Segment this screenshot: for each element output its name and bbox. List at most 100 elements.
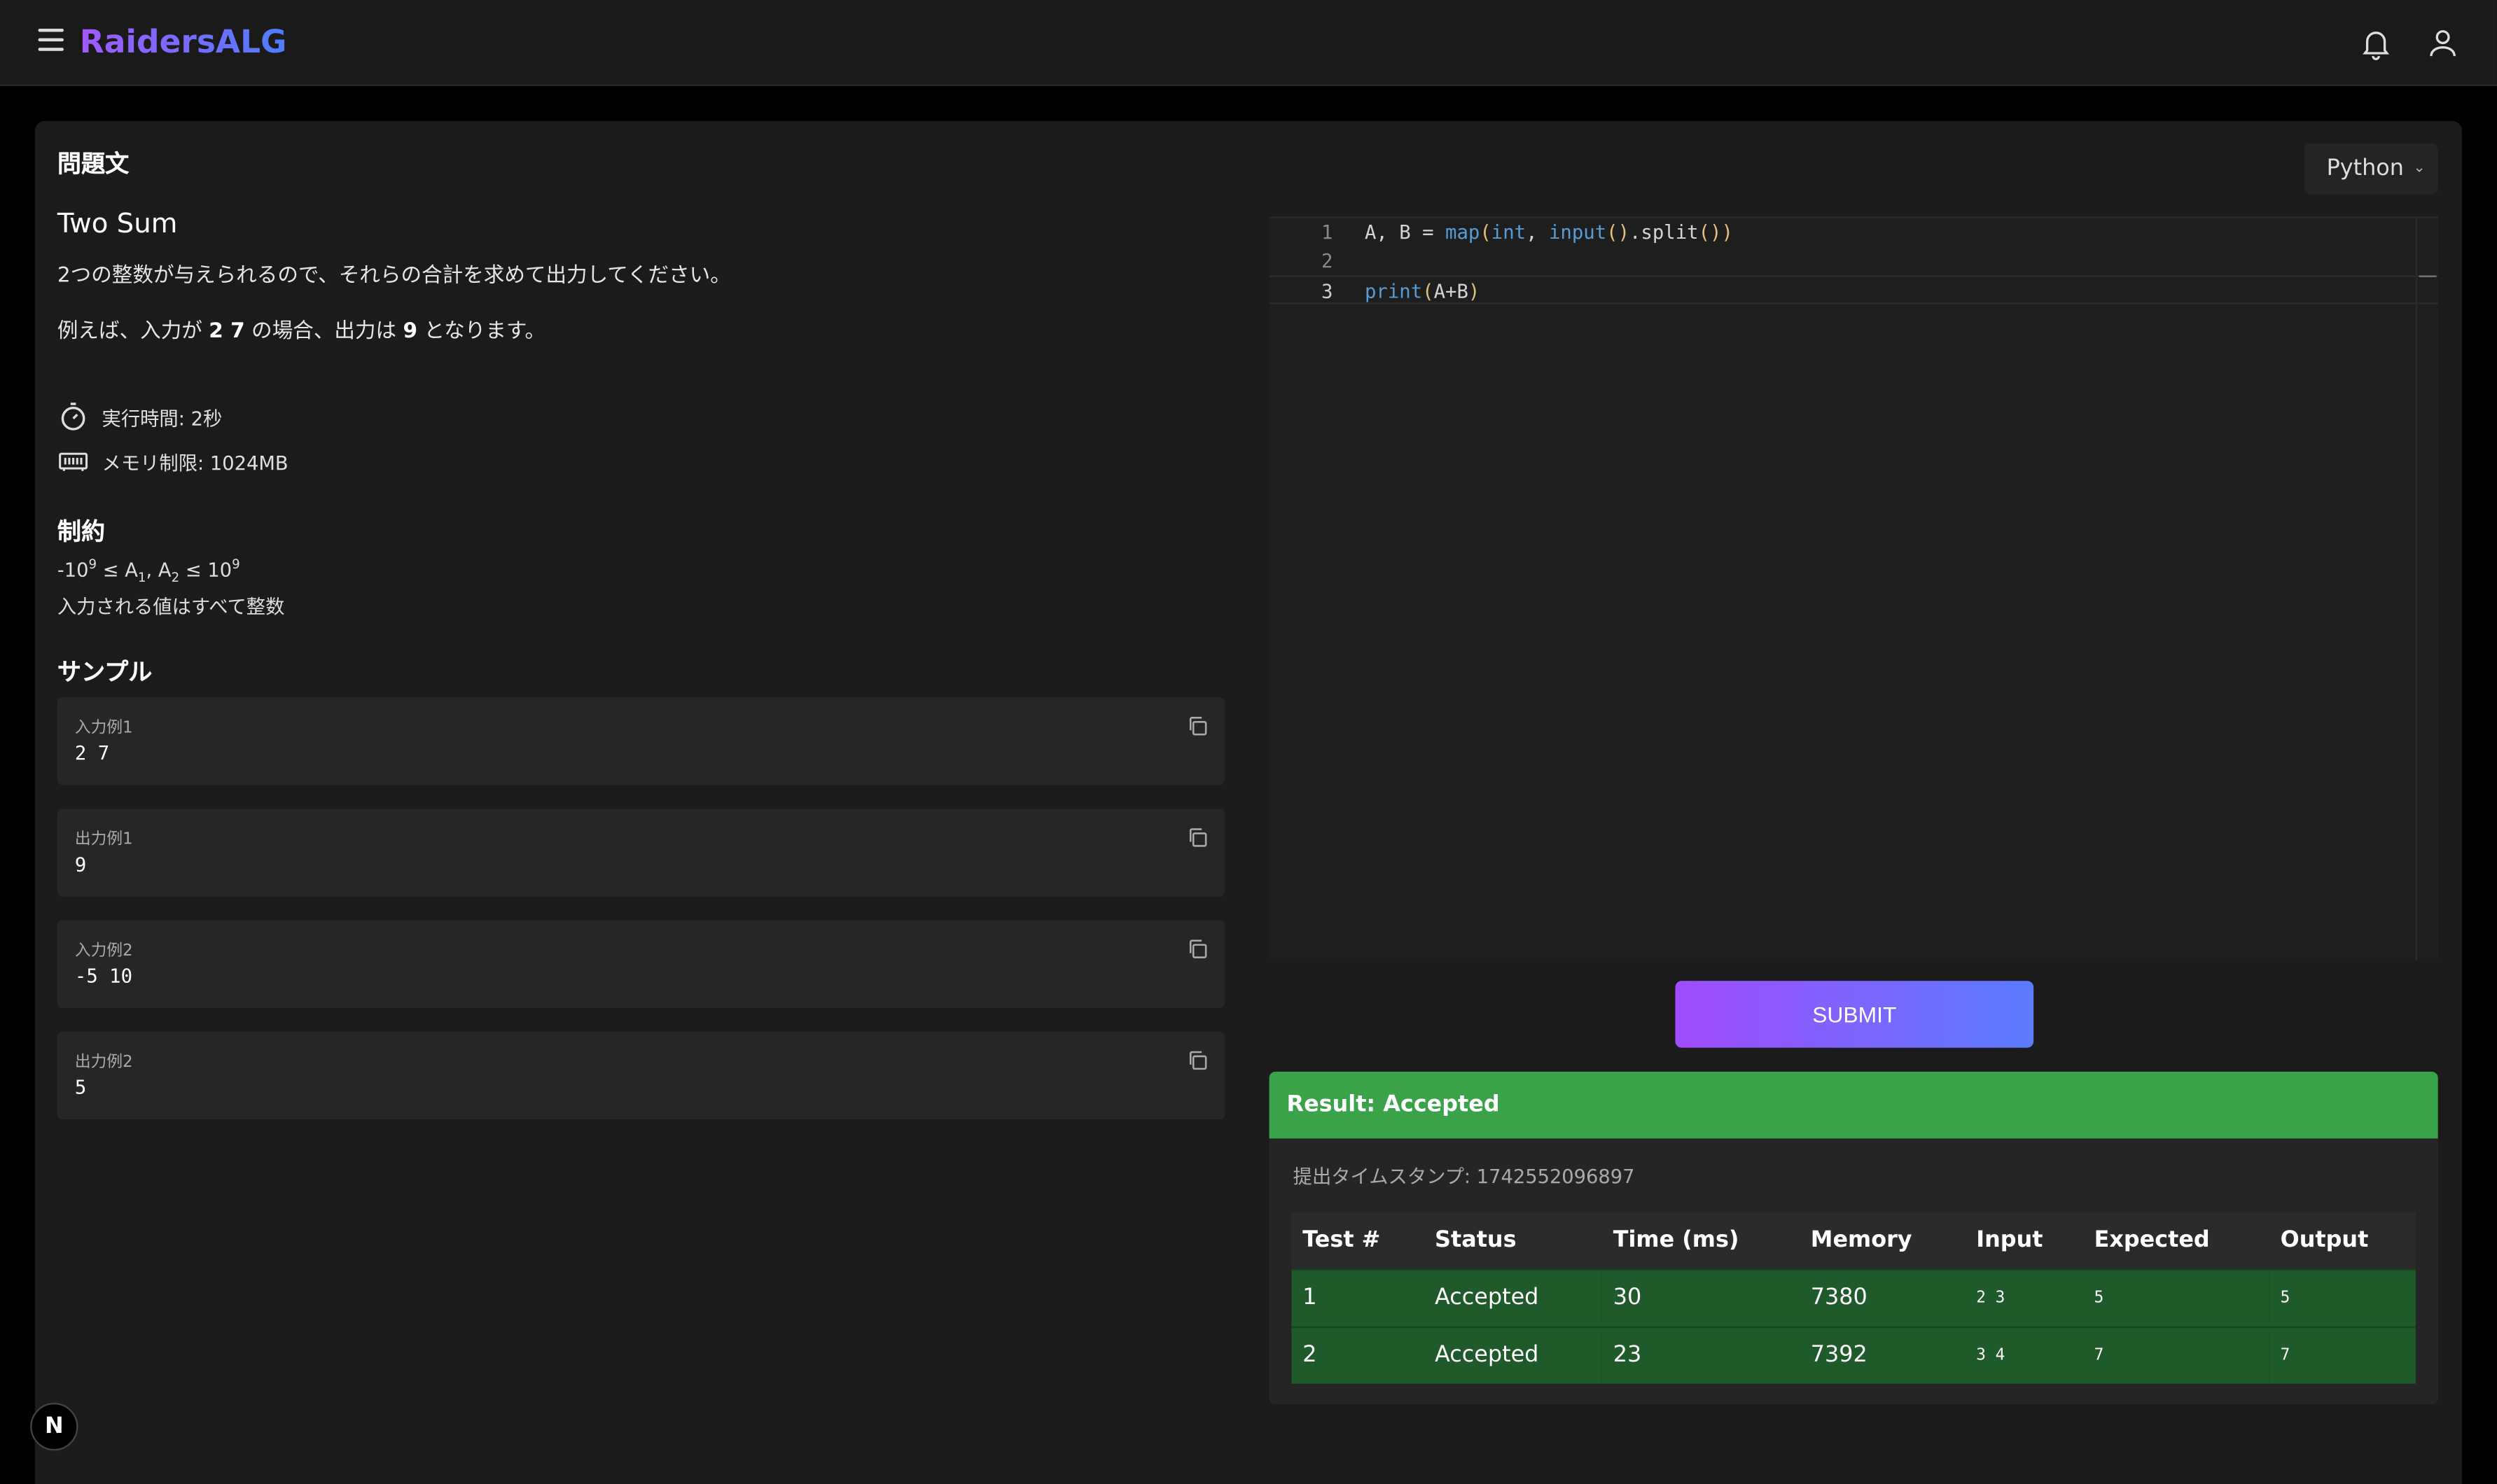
time-limit: 実行時間: 2秒	[102, 407, 223, 430]
test-output: 7	[2269, 1325, 2416, 1384]
constraint-part4: ≤ 10	[179, 559, 232, 582]
line-number: 1	[1321, 221, 1333, 244]
constraint-part2: ≤ A	[97, 559, 138, 582]
language-select-value: Python	[2326, 155, 2404, 182]
bell-icon[interactable]	[2358, 24, 2393, 62]
constraint-part1: -10	[57, 559, 89, 582]
code-token: map	[1445, 221, 1480, 244]
code-token: input	[1548, 221, 1607, 244]
code-token: (	[1422, 280, 1434, 303]
code-text: print(A+B)	[1365, 277, 1480, 306]
result-status-banner: Result: Accepted	[1269, 1071, 2438, 1139]
code-token: A+B	[1433, 280, 1468, 303]
code-token: int	[1491, 221, 1526, 244]
stopwatch-icon	[61, 402, 85, 430]
column-header: Output	[2269, 1212, 2416, 1269]
line-number: 2	[1321, 250, 1333, 272]
memory-icon	[59, 452, 88, 471]
code-token: )	[1468, 280, 1480, 303]
sample-input-1: 入力例1 2 7	[57, 697, 1225, 785]
test-status: Accepted	[1424, 1325, 1602, 1384]
constraint-sub1: 1	[137, 570, 146, 585]
code-token: A, B =	[1364, 221, 1446, 244]
constraint-sup1: 9	[88, 557, 97, 572]
copy-icon[interactable]	[1186, 715, 1209, 737]
result-title: Result: Accepted	[1286, 1092, 1500, 1118]
test-number: 1	[1291, 1268, 1424, 1326]
user-icon[interactable]	[2426, 24, 2461, 62]
constraint-sub2: 2	[171, 570, 180, 585]
column-header: Input	[1965, 1212, 2083, 1269]
submit-button[interactable]: SUBMIT	[1675, 981, 2034, 1048]
example-output: 9	[403, 320, 418, 344]
column-header: Memory	[1799, 1212, 1966, 1269]
editor-scrollbar[interactable]	[2415, 218, 2418, 960]
code-token: ()	[1606, 221, 1630, 244]
test-results-table: Test # Status Time (ms) Memory Input Exp…	[1291, 1212, 2416, 1384]
hamburger-menu-icon[interactable]	[38, 28, 64, 51]
problem-description: 2つの整数が与えられるので、それらの合計を求めて出力してください。	[57, 264, 731, 288]
test-time: 23	[1601, 1325, 1800, 1384]
constraint-range: -109 ≤ A1, A2 ≤ 109	[57, 557, 240, 585]
sample-input-2: 入力例2 -5 10	[57, 920, 1225, 1008]
example-mid: の場合、出力は	[251, 320, 397, 344]
submission-timestamp: 提出タイムスタンプ: 1742552096897	[1293, 1166, 1635, 1188]
constraint-part3: , A	[146, 559, 172, 582]
sample-label: 出力例2	[74, 1054, 133, 1072]
test-memory: 7392	[1799, 1325, 1966, 1384]
language-select[interactable]: Python ⌄	[2304, 143, 2438, 195]
test-number: 2	[1291, 1325, 1424, 1384]
column-header: Test #	[1291, 1212, 1424, 1269]
sample-label: 出力例1	[74, 831, 133, 849]
copy-icon[interactable]	[1186, 1049, 1209, 1072]
code-token: .split	[1629, 221, 1699, 244]
code-editor[interactable]: 1 A, B = map(int, input().split()) 2 3 p…	[1269, 216, 2438, 960]
memory-limit: メモリ制限: 1024MB	[102, 451, 288, 474]
test-input: 2 3	[1965, 1268, 2083, 1326]
sample-output-1: 出力例1 9	[57, 808, 1225, 897]
constraints-title: 制約	[57, 517, 106, 547]
copy-icon[interactable]	[1186, 938, 1209, 960]
constraint-sup2: 9	[232, 557, 240, 572]
problem-title: Two Sum	[57, 208, 178, 241]
test-input: 3 4	[1965, 1325, 2083, 1384]
brand-logo[interactable]: RaidersALG	[80, 22, 287, 61]
column-header: Time (ms)	[1601, 1212, 1800, 1269]
code-token: ,	[1526, 221, 1549, 244]
problem-section-title: 問題文	[57, 149, 130, 178]
scrollbar-marker	[2419, 275, 2437, 277]
test-memory: 7380	[1799, 1268, 1966, 1326]
code-text: A, B = map(int, input().split())	[1365, 218, 1733, 247]
line-number: 3	[1321, 280, 1333, 303]
code-token: print	[1364, 280, 1423, 303]
test-status: Accepted	[1424, 1268, 1602, 1326]
test-time: 30	[1601, 1268, 1800, 1326]
sample-output-2: 出力例2 5	[57, 1032, 1225, 1120]
column-header: Status	[1424, 1212, 1602, 1269]
sample-label: 入力例2	[74, 942, 133, 960]
table-row: 2 Accepted 23 7392 3 4 7 7	[1291, 1325, 2416, 1384]
code-token: ())	[1698, 221, 1733, 244]
test-output: 5	[2269, 1268, 2416, 1326]
sample-value: 5	[74, 1076, 87, 1099]
code-token: (	[1480, 221, 1491, 244]
chevron-down-icon: ⌄	[2413, 160, 2426, 177]
top-bar: RaidersALG	[0, 0, 2497, 86]
sample-label: 入力例1	[74, 720, 133, 738]
example-prefix: 例えば、入力が	[57, 320, 202, 344]
dev-indicator-badge[interactable]: N	[30, 1403, 78, 1451]
result-panel: Result: Accepted 提出タイムスタンプ: 174255209689…	[1269, 1071, 2438, 1405]
problem-card: 問題文 Python ⌄ Two Sum 2つの整数が与えられるので、それらの合…	[35, 120, 2462, 1484]
column-header: Expected	[2082, 1212, 2269, 1269]
time-limit-row: 実行時間: 2秒	[57, 401, 222, 433]
problem-example: 例えば、入力が 2 7 の場合、出力は 9 となります。	[57, 314, 545, 344]
copy-icon[interactable]	[1186, 827, 1209, 849]
example-suffix: となります。	[424, 320, 546, 344]
table-header-row: Test # Status Time (ms) Memory Input Exp…	[1291, 1212, 2416, 1269]
test-expected: 7	[2082, 1325, 2269, 1384]
test-expected: 5	[2082, 1268, 2269, 1326]
example-input: 2 7	[209, 320, 245, 344]
memory-limit-row: メモリ制限: 1024MB	[57, 446, 288, 477]
sample-value: -5 10	[74, 965, 133, 988]
sample-value: 2 7	[74, 742, 110, 764]
